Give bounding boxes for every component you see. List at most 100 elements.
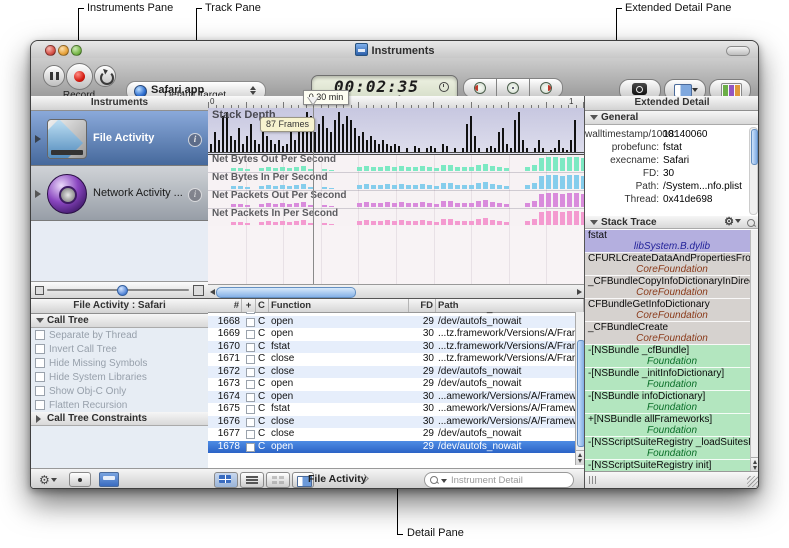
net-bytes-in-track[interactable]: Net Bytes In Per Second [208,172,584,191]
table-row[interactable]: 1677Cclose29/dev/autofs_nowait [208,428,584,441]
toolbar-toggle-button[interactable] [726,46,750,56]
scroll-thumb[interactable] [751,129,758,165]
table-row[interactable]: 1673Copen29/dev/autofs_nowait [208,378,584,391]
table-row[interactable]: 1675Cfstat30...amework/Versions/A/Framew… [208,403,584,416]
breadcrumb[interactable]: File Activity [308,473,367,485]
column-flag[interactable]: + [242,299,256,312]
inspection-range-start-button[interactable] [463,78,497,98]
checkbox[interactable] [35,386,45,396]
playhead-line[interactable] [313,108,314,284]
playhead-marker[interactable] [307,97,319,106]
zoom-large-icon[interactable] [193,285,204,296]
instrument-row-file-activity[interactable]: File Activity i [31,111,208,166]
table-row[interactable]: 1670Cfstat30...tz.framework/Versions/A/F… [208,341,584,354]
call-tree-option[interactable]: Invert Call Tree [31,342,208,356]
scroll-left-icon[interactable] [210,289,215,295]
scroll-thumb[interactable] [577,340,585,447]
pause-button[interactable] [43,65,65,87]
stack-depth-track[interactable]: Stack Depth 87 Frames [208,108,584,155]
column-c[interactable]: C [256,299,269,312]
checkbox[interactable] [35,372,45,382]
search-input[interactable] [449,474,571,487]
row-checkbox[interactable] [246,393,255,402]
record-button[interactable] [66,63,93,90]
inspection-range-end-button[interactable] [530,78,563,98]
search-field[interactable] [424,472,574,488]
column-path[interactable]: Path [436,299,584,312]
table-row[interactable]: 1668Copen29/dev/autofs_nowait [208,316,584,329]
title-bar[interactable]: Instruments [31,41,758,58]
stack-frame[interactable]: _CFBundleCopyInfoDictionaryInDirecto...C… [585,276,759,299]
row-checkbox[interactable] [246,418,255,427]
row-checkbox[interactable] [246,343,255,352]
table-row[interactable]: 1674Copen30...amework/Versions/A/Framewo… [208,391,584,404]
stack-frame[interactable]: fstatlibSystem.B.dylib [585,230,759,253]
row-checkbox[interactable] [246,443,255,452]
loop-button[interactable] [94,65,116,87]
row-checkbox[interactable] [246,312,255,314]
row-checkbox[interactable] [246,430,255,439]
row-checkbox[interactable] [246,330,255,339]
instrument-row-network-activity[interactable]: Network Activity ... i [31,166,208,221]
disclosure-triangle-icon[interactable] [35,135,41,143]
stack-frame[interactable]: CFBundleGetInfoDictionaryCoreFoundation [585,299,759,322]
disclosure-down-icon[interactable] [590,115,598,120]
zoom-small-icon[interactable] [35,286,44,295]
track-horizontal-scrollbar[interactable] [208,284,584,298]
scroll-arrows-icon[interactable] [576,450,584,465]
stack-frame[interactable]: CFURLCreateDataAndPropertiesFromR...Core… [585,253,759,276]
checkbox[interactable] [35,344,45,354]
call-tree-constraints-header[interactable]: Call Tree Constraints [31,412,208,426]
column-number[interactable]: # [208,299,242,312]
action-gear-button[interactable]: ⚙ [39,471,57,489]
call-tree-option[interactable]: Hide Missing Symbols [31,356,208,370]
stack-frame[interactable]: _CFBundleCreateCoreFoundation [585,322,759,345]
view-blocks-button[interactable] [266,472,290,488]
call-tree-section-header[interactable]: Call Tree [31,314,208,328]
table-row[interactable]: 1671Cclose30...tz.framework/Versions/A/F… [208,353,584,366]
checkbox[interactable] [35,358,45,368]
stack-gear-button[interactable]: ⚙ [724,216,741,229]
row-checkbox[interactable] [246,405,255,414]
row-checkbox[interactable] [246,355,255,364]
disclosure-triangle-icon[interactable] [35,190,41,198]
disclosure-down-icon[interactable] [590,220,598,225]
row-checkbox[interactable] [246,318,255,327]
net-packets-in-track[interactable]: Net Packets In Per Second [208,208,584,227]
drag-grip-icon[interactable] [589,476,597,484]
scroll-right-icon[interactable] [577,289,582,295]
net-bytes-out-track[interactable]: Net Bytes Out Per Second [208,154,584,173]
call-tree-option[interactable]: Flatten Recursion [31,398,208,412]
row-checkbox[interactable] [246,368,255,377]
table-vertical-scrollbar[interactable] [575,312,584,465]
stack-frame[interactable]: -[NSBundle infoDictionary]Foundation [585,391,759,414]
general-scrollbar[interactable] [749,127,758,215]
scroll-thumb[interactable] [216,287,356,298]
call-tree-option[interactable]: Hide System Libraries [31,370,208,384]
resize-grip-icon[interactable] [747,476,758,487]
panel-toggle-button[interactable] [99,472,119,487]
stack-frame[interactable]: -[NSBundle _cfBundle]Foundation [585,345,759,368]
column-fd[interactable]: FD [409,299,436,312]
stack-frame[interactable]: -[NSBundle _initInfoDictionary]Foundatio… [585,368,759,391]
disclosure-right-icon[interactable] [36,415,41,423]
view-table-button[interactable] [214,472,238,488]
track-pane[interactable]: 0 1 Stack Depth 87 Frames Net Bytes Out … [208,96,584,298]
scroll-arrows-icon[interactable] [751,457,759,472]
stack-trace-scrollbar[interactable] [750,230,759,472]
stack-frame[interactable]: -[NSScriptSuiteRegistry _loadSuitesFor..… [585,437,759,460]
table-row[interactable]: 1669Copen30...tz.framework/Versions/A/Fr… [208,328,584,341]
row-checkbox[interactable] [246,380,255,389]
info-button[interactable]: i [188,188,202,202]
table-header[interactable]: # + C Function FD Path [208,299,584,313]
stack-frame[interactable]: +[NSBundle allFrameworks]Foundation [585,414,759,437]
general-section-header[interactable]: General [585,111,759,125]
net-packets-out-track[interactable]: Net Packets Out Per Second [208,190,584,209]
call-tree-option[interactable]: Show Obj-C Only [31,384,208,398]
call-tree-option[interactable]: Separate by Thread [31,328,208,342]
info-button[interactable]: i [188,133,202,147]
focus-button[interactable] [69,472,91,487]
stack-trace-section-header[interactable]: Stack Trace ⚙ [585,216,759,229]
disclosure-down-icon[interactable] [36,318,44,323]
checkbox[interactable] [35,330,45,340]
